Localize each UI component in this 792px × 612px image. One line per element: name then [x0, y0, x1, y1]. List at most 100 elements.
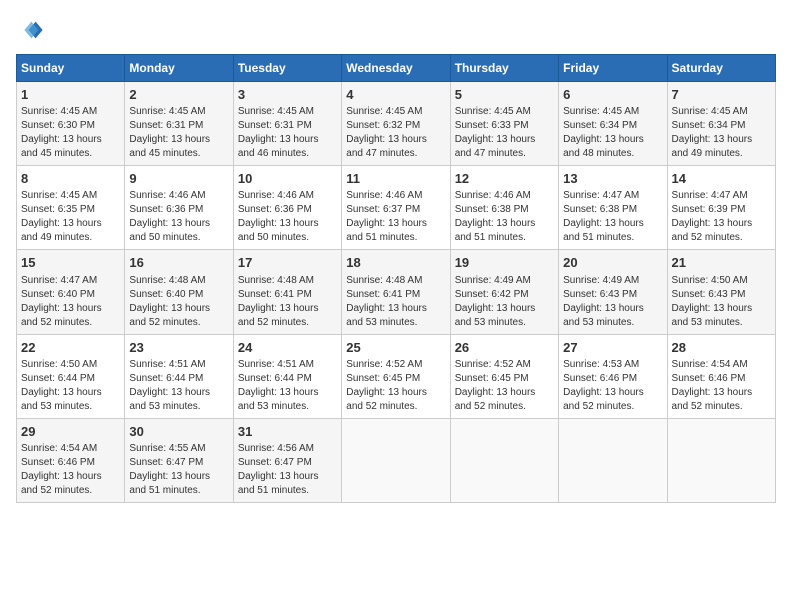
calendar-cell: 17 Sunrise: 4:48 AM Sunset: 6:41 PM Dayli…	[233, 250, 341, 334]
calendar-cell: 18 Sunrise: 4:48 AM Sunset: 6:41 PM Dayli…	[342, 250, 450, 334]
day-info: Sunrise: 4:47 AM Sunset: 6:39 PM Dayligh…	[672, 189, 771, 245]
calendar-cell: 23Sunrise: 4:51 AM Sunset: 6:44 PM Dayli…	[125, 334, 233, 418]
calendar-cell: 31Sunrise: 4:56 AM Sunset: 6:47 PM Dayli…	[233, 418, 341, 502]
calendar-cell: 2Sunrise: 4:45 AM Sunset: 6:31 PM Daylig…	[125, 82, 233, 166]
day-number: 18	[346, 254, 445, 272]
calendar-cell: 28Sunrise: 4:54 AM Sunset: 6:46 PM Dayli…	[667, 334, 775, 418]
day-info: Sunrise: 4:56 AM Sunset: 6:47 PM Dayligh…	[238, 442, 337, 498]
day-info: Sunrise: 4:51 AM Sunset: 6:44 PM Dayligh…	[238, 358, 337, 414]
calendar-cell	[450, 418, 558, 502]
day-number: 6	[563, 86, 662, 104]
day-info: Sunrise: 4:46 AM Sunset: 6:37 PM Dayligh…	[346, 189, 445, 245]
calendar-cell: 4Sunrise: 4:45 AM Sunset: 6:32 PM Daylig…	[342, 82, 450, 166]
day-info: Sunrise: 4:47 AM Sunset: 6:40 PM Dayligh…	[21, 274, 120, 330]
calendar-cell: 29Sunrise: 4:54 AM Sunset: 6:46 PM Dayli…	[17, 418, 125, 502]
day-info: Sunrise: 4:47 AM Sunset: 6:38 PM Dayligh…	[563, 189, 662, 245]
calendar-cell: 13Sunrise: 4:47 AM Sunset: 6:38 PM Dayli…	[559, 166, 667, 250]
week-row-3: 15 Sunrise: 4:47 AM Sunset: 6:40 PM Dayli…	[17, 250, 776, 334]
day-number: 4	[346, 86, 445, 104]
day-number: 23	[129, 339, 228, 357]
day-number: 1	[21, 86, 120, 104]
day-info: Sunrise: 4:54 AM Sunset: 6:46 PM Dayligh…	[21, 442, 120, 498]
calendar-cell: 25Sunrise: 4:52 AM Sunset: 6:45 PM Dayli…	[342, 334, 450, 418]
day-info: Sunrise: 4:52 AM Sunset: 6:45 PM Dayligh…	[346, 358, 445, 414]
day-number: 14	[672, 170, 771, 188]
calendar-cell	[667, 418, 775, 502]
calendar-cell: 6Sunrise: 4:45 AM Sunset: 6:34 PM Daylig…	[559, 82, 667, 166]
calendar-cell: 7Sunrise: 4:45 AM Sunset: 6:34 PM Daylig…	[667, 82, 775, 166]
day-number: 26	[455, 339, 554, 357]
day-number: 17	[238, 254, 337, 272]
day-info: Sunrise: 4:45 AM Sunset: 6:33 PM Dayligh…	[455, 105, 554, 161]
week-row-5: 29Sunrise: 4:54 AM Sunset: 6:46 PM Dayli…	[17, 418, 776, 502]
calendar-cell: 8Sunrise: 4:45 AM Sunset: 6:35 PM Daylig…	[17, 166, 125, 250]
day-info: Sunrise: 4:51 AM Sunset: 6:44 PM Dayligh…	[129, 358, 228, 414]
calendar-cell: 9Sunrise: 4:46 AM Sunset: 6:36 PM Daylig…	[125, 166, 233, 250]
day-number: 13	[563, 170, 662, 188]
calendar-cell	[342, 418, 450, 502]
calendar-cell: 3Sunrise: 4:45 AM Sunset: 6:31 PM Daylig…	[233, 82, 341, 166]
header	[16, 16, 776, 44]
logo-icon	[16, 16, 44, 44]
day-info: Sunrise: 4:46 AM Sunset: 6:36 PM Dayligh…	[129, 189, 228, 245]
day-info: Sunrise: 4:49 AM Sunset: 6:42 PM Dayligh…	[455, 274, 554, 330]
calendar-table: SundayMondayTuesdayWednesdayThursdayFrid…	[16, 54, 776, 503]
day-number: 29	[21, 423, 120, 441]
calendar-cell: 20Sunrise: 4:49 AM Sunset: 6:43 PM Dayli…	[559, 250, 667, 334]
week-row-1: 1Sunrise: 4:45 AM Sunset: 6:30 PM Daylig…	[17, 82, 776, 166]
column-header-friday: Friday	[559, 55, 667, 82]
day-info: Sunrise: 4:45 AM Sunset: 6:31 PM Dayligh…	[238, 105, 337, 161]
day-info: Sunrise: 4:50 AM Sunset: 6:44 PM Dayligh…	[21, 358, 120, 414]
calendar-cell: 14Sunrise: 4:47 AM Sunset: 6:39 PM Dayli…	[667, 166, 775, 250]
day-number: 31	[238, 423, 337, 441]
day-number: 24	[238, 339, 337, 357]
calendar-cell: 27Sunrise: 4:53 AM Sunset: 6:46 PM Dayli…	[559, 334, 667, 418]
calendar-cell: 16 Sunrise: 4:48 AM Sunset: 6:40 PM Dayli…	[125, 250, 233, 334]
calendar-cell: 5Sunrise: 4:45 AM Sunset: 6:33 PM Daylig…	[450, 82, 558, 166]
day-info: Sunrise: 4:50 AM Sunset: 6:43 PM Dayligh…	[672, 274, 771, 330]
day-number: 3	[238, 86, 337, 104]
day-number: 5	[455, 86, 554, 104]
day-number: 25	[346, 339, 445, 357]
calendar-cell: 19 Sunrise: 4:49 AM Sunset: 6:42 PM Dayli…	[450, 250, 558, 334]
day-number: 12	[455, 170, 554, 188]
day-info: Sunrise: 4:52 AM Sunset: 6:45 PM Dayligh…	[455, 358, 554, 414]
logo	[16, 16, 48, 44]
day-info: Sunrise: 4:54 AM Sunset: 6:46 PM Dayligh…	[672, 358, 771, 414]
column-header-saturday: Saturday	[667, 55, 775, 82]
day-number: 10	[238, 170, 337, 188]
day-info: Sunrise: 4:45 AM Sunset: 6:34 PM Dayligh…	[563, 105, 662, 161]
day-info: Sunrise: 4:45 AM Sunset: 6:30 PM Dayligh…	[21, 105, 120, 161]
calendar-cell: 1Sunrise: 4:45 AM Sunset: 6:30 PM Daylig…	[17, 82, 125, 166]
day-number: 16	[129, 254, 228, 272]
calendar-cell: 11Sunrise: 4:46 AM Sunset: 6:37 PM Dayli…	[342, 166, 450, 250]
calendar-cell: 22Sunrise: 4:50 AM Sunset: 6:44 PM Dayli…	[17, 334, 125, 418]
day-info: Sunrise: 4:46 AM Sunset: 6:38 PM Dayligh…	[455, 189, 554, 245]
day-number: 2	[129, 86, 228, 104]
day-info: Sunrise: 4:45 AM Sunset: 6:32 PM Dayligh…	[346, 105, 445, 161]
calendar-cell: 24Sunrise: 4:51 AM Sunset: 6:44 PM Dayli…	[233, 334, 341, 418]
day-info: Sunrise: 4:48 AM Sunset: 6:41 PM Dayligh…	[346, 274, 445, 330]
day-number: 8	[21, 170, 120, 188]
day-info: Sunrise: 4:53 AM Sunset: 6:46 PM Dayligh…	[563, 358, 662, 414]
day-info: Sunrise: 4:48 AM Sunset: 6:40 PM Dayligh…	[129, 274, 228, 330]
column-header-tuesday: Tuesday	[233, 55, 341, 82]
day-info: Sunrise: 4:48 AM Sunset: 6:41 PM Dayligh…	[238, 274, 337, 330]
day-number: 20	[563, 254, 662, 272]
day-info: Sunrise: 4:55 AM Sunset: 6:47 PM Dayligh…	[129, 442, 228, 498]
day-number: 30	[129, 423, 228, 441]
day-number: 27	[563, 339, 662, 357]
day-number: 21	[672, 254, 771, 272]
day-number: 19	[455, 254, 554, 272]
column-header-wednesday: Wednesday	[342, 55, 450, 82]
day-number: 15	[21, 254, 120, 272]
day-number: 11	[346, 170, 445, 188]
day-info: Sunrise: 4:46 AM Sunset: 6:36 PM Dayligh…	[238, 189, 337, 245]
day-number: 22	[21, 339, 120, 357]
calendar-body: 1Sunrise: 4:45 AM Sunset: 6:30 PM Daylig…	[17, 82, 776, 503]
column-header-monday: Monday	[125, 55, 233, 82]
week-row-4: 22Sunrise: 4:50 AM Sunset: 6:44 PM Dayli…	[17, 334, 776, 418]
calendar-cell: 30Sunrise: 4:55 AM Sunset: 6:47 PM Dayli…	[125, 418, 233, 502]
day-number: 9	[129, 170, 228, 188]
week-row-2: 8Sunrise: 4:45 AM Sunset: 6:35 PM Daylig…	[17, 166, 776, 250]
